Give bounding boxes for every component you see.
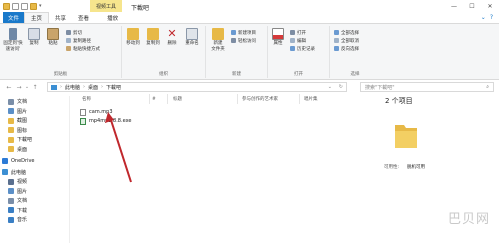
folder-icon [395, 125, 417, 148]
arrow-head [105, 112, 114, 123]
arrow-shaft [109, 116, 132, 183]
watermark: 巴贝网 [448, 212, 491, 227]
item-count: 2 个项目 [385, 97, 413, 105]
availability-value: 脱机可用 [407, 165, 426, 170]
availability-label: 可用性: [384, 165, 400, 170]
availability-row: 可用性: 脱机可用 [384, 164, 425, 170]
